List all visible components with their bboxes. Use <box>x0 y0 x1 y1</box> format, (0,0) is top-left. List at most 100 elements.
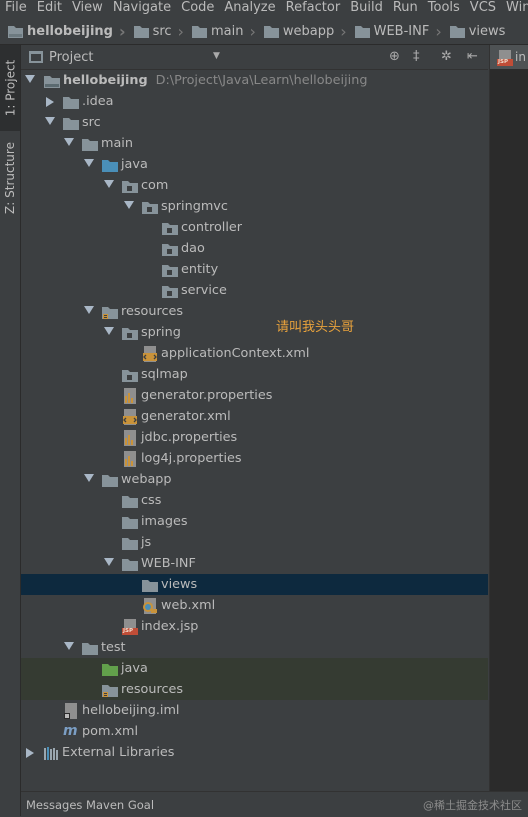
tree-item[interactable]: generator.properties <box>21 385 488 406</box>
tree-item-root[interactable]: hellobeijing D:\Project\Java\Learn\hellob… <box>21 70 488 91</box>
tree-item[interactable]: java <box>21 658 488 679</box>
tree-item[interactable]: test <box>21 637 488 658</box>
editor-tab[interactable]: JSP in <box>490 45 528 69</box>
breadcrumb-item[interactable]: main › <box>184 22 256 41</box>
tree-item[interactable]: dao <box>21 238 488 259</box>
menu-navigate[interactable]: Navigate <box>108 0 176 17</box>
tree-item[interactable]: springmvc <box>21 196 488 217</box>
tree-item[interactable]: External Libraries <box>21 742 488 763</box>
tree-item[interactable]: web.xml <box>21 595 488 616</box>
breadcrumb-item[interactable]: webapp › <box>256 22 347 41</box>
expand-arrow-icon[interactable] <box>104 558 114 566</box>
tree-item-label: spring <box>141 325 181 340</box>
menu-window[interactable]: Windo <box>501 0 528 17</box>
breadcrumb-item[interactable]: src › <box>126 22 184 41</box>
tree-item-label: springmvc <box>161 199 228 214</box>
expand-arrow-icon[interactable] <box>64 138 74 146</box>
tree-item[interactable]: entity <box>21 259 488 280</box>
package-icon <box>162 244 178 256</box>
tab-structure[interactable]: Z: Structure <box>0 133 20 223</box>
menu-analyze[interactable]: Analyze <box>219 0 280 17</box>
package-icon <box>162 265 178 277</box>
menu-run[interactable]: Run <box>388 0 423 17</box>
tree-item[interactable]: js <box>21 532 488 553</box>
tree-item[interactable]: WEB-INF <box>21 553 488 574</box>
breadcrumb-item[interactable]: WEB-INF › <box>347 22 442 41</box>
web-xml-file-icon <box>143 598 157 614</box>
menu-file[interactable]: File <box>0 0 32 17</box>
package-icon <box>162 223 178 235</box>
tree-item[interactable]: com <box>21 175 488 196</box>
menu-view[interactable]: View <box>67 0 108 17</box>
tree-item[interactable]: java <box>21 154 488 175</box>
hide-panel-icon[interactable]: ⇤ <box>467 49 478 64</box>
tab-project[interactable]: 1: Project <box>0 45 20 131</box>
collapse-all-icon[interactable]: ‡ <box>413 49 420 64</box>
tree-item[interactable]: service <box>21 280 488 301</box>
expand-arrow-icon[interactable] <box>45 117 55 125</box>
tree-item-label: dao <box>181 241 205 256</box>
tree-item[interactable]: sqlmap <box>21 364 488 385</box>
expand-arrow-icon[interactable] <box>64 642 74 650</box>
tree-item-label: resources <box>121 682 184 697</box>
tree-item[interactable]: JSP index.jsp <box>21 616 488 637</box>
gear-icon[interactable]: ✲ <box>441 49 452 64</box>
tree-item-label: com <box>141 178 169 193</box>
folder-icon <box>354 25 370 38</box>
tree-item-label: applicationContext.xml <box>161 346 310 361</box>
folder-icon <box>122 496 138 508</box>
panel-title[interactable]: Project <box>49 50 93 65</box>
tree-item[interactable]: src <box>21 112 488 133</box>
folder-icon <box>122 538 138 550</box>
tree-item[interactable]: resources <box>21 301 488 322</box>
scroll-from-source-icon[interactable]: ⊕ <box>389 49 400 64</box>
tree-item[interactable]: .idea <box>21 91 488 112</box>
tree-item[interactable]: generator.xml <box>21 406 488 427</box>
properties-file-icon <box>124 430 136 446</box>
tree-item[interactable]: spring <box>21 322 488 343</box>
tree-item[interactable]: controller <box>21 217 488 238</box>
tree-item-label: .idea <box>82 94 114 109</box>
breadcrumb-item[interactable]: views <box>442 24 505 39</box>
tree-item[interactable]: applicationContext.xml <box>21 343 488 364</box>
breadcrumb-label: WEB-INF <box>373 23 430 39</box>
expand-arrow-icon[interactable] <box>84 159 94 167</box>
tree-item[interactable]: jdbc.properties <box>21 427 488 448</box>
tree-item[interactable]: hellobeijing.iml <box>21 700 488 721</box>
test-source-folder-icon <box>102 664 118 676</box>
breadcrumb-label: webapp <box>282 23 335 39</box>
breadcrumb-label: hellobeijing <box>27 23 113 39</box>
tree-item[interactable]: log4j.properties <box>21 448 488 469</box>
expand-arrow-icon[interactable] <box>84 306 94 314</box>
tree-item[interactable]: css <box>21 490 488 511</box>
menu-code[interactable]: Code <box>176 0 219 17</box>
expand-arrow-icon[interactable] <box>104 327 114 335</box>
tree-item[interactable]: main <box>21 133 488 154</box>
test-resources-folder-icon <box>102 685 118 697</box>
jsp-badge-label: JSP <box>498 59 509 65</box>
menu-edit[interactable]: Edit <box>32 0 67 17</box>
menu-refactor[interactable]: Refactor <box>281 0 346 17</box>
view-mode-dropdown-icon[interactable]: ▼ <box>213 51 220 61</box>
tree-item[interactable]: m pom.xml <box>21 721 488 742</box>
tab-project-label: 1: Project <box>3 59 17 117</box>
project-folder-icon <box>8 25 23 38</box>
folder-icon <box>63 97 79 109</box>
expand-arrow-icon[interactable] <box>124 201 134 209</box>
menu-vcs[interactable]: VCS <box>465 0 501 17</box>
tree-item[interactable]: images <box>21 511 488 532</box>
expand-arrow-icon[interactable] <box>104 180 114 188</box>
collapse-arrow-icon[interactable] <box>46 97 54 107</box>
menu-tools[interactable]: Tools <box>423 0 465 17</box>
expand-arrow-icon[interactable] <box>84 474 94 482</box>
tree-item[interactable]: webapp <box>21 469 488 490</box>
folder-icon <box>191 25 207 38</box>
breadcrumb-item[interactable]: hellobeijing › <box>0 22 126 41</box>
collapse-arrow-icon[interactable] <box>26 748 34 758</box>
folder-icon <box>82 139 98 151</box>
module-folder-icon <box>44 76 60 88</box>
tree-item-selected[interactable]: views <box>21 574 488 595</box>
tree-item[interactable]: resources <box>21 679 488 700</box>
menu-build[interactable]: Build <box>345 0 388 17</box>
expand-arrow-icon[interactable] <box>25 75 35 83</box>
